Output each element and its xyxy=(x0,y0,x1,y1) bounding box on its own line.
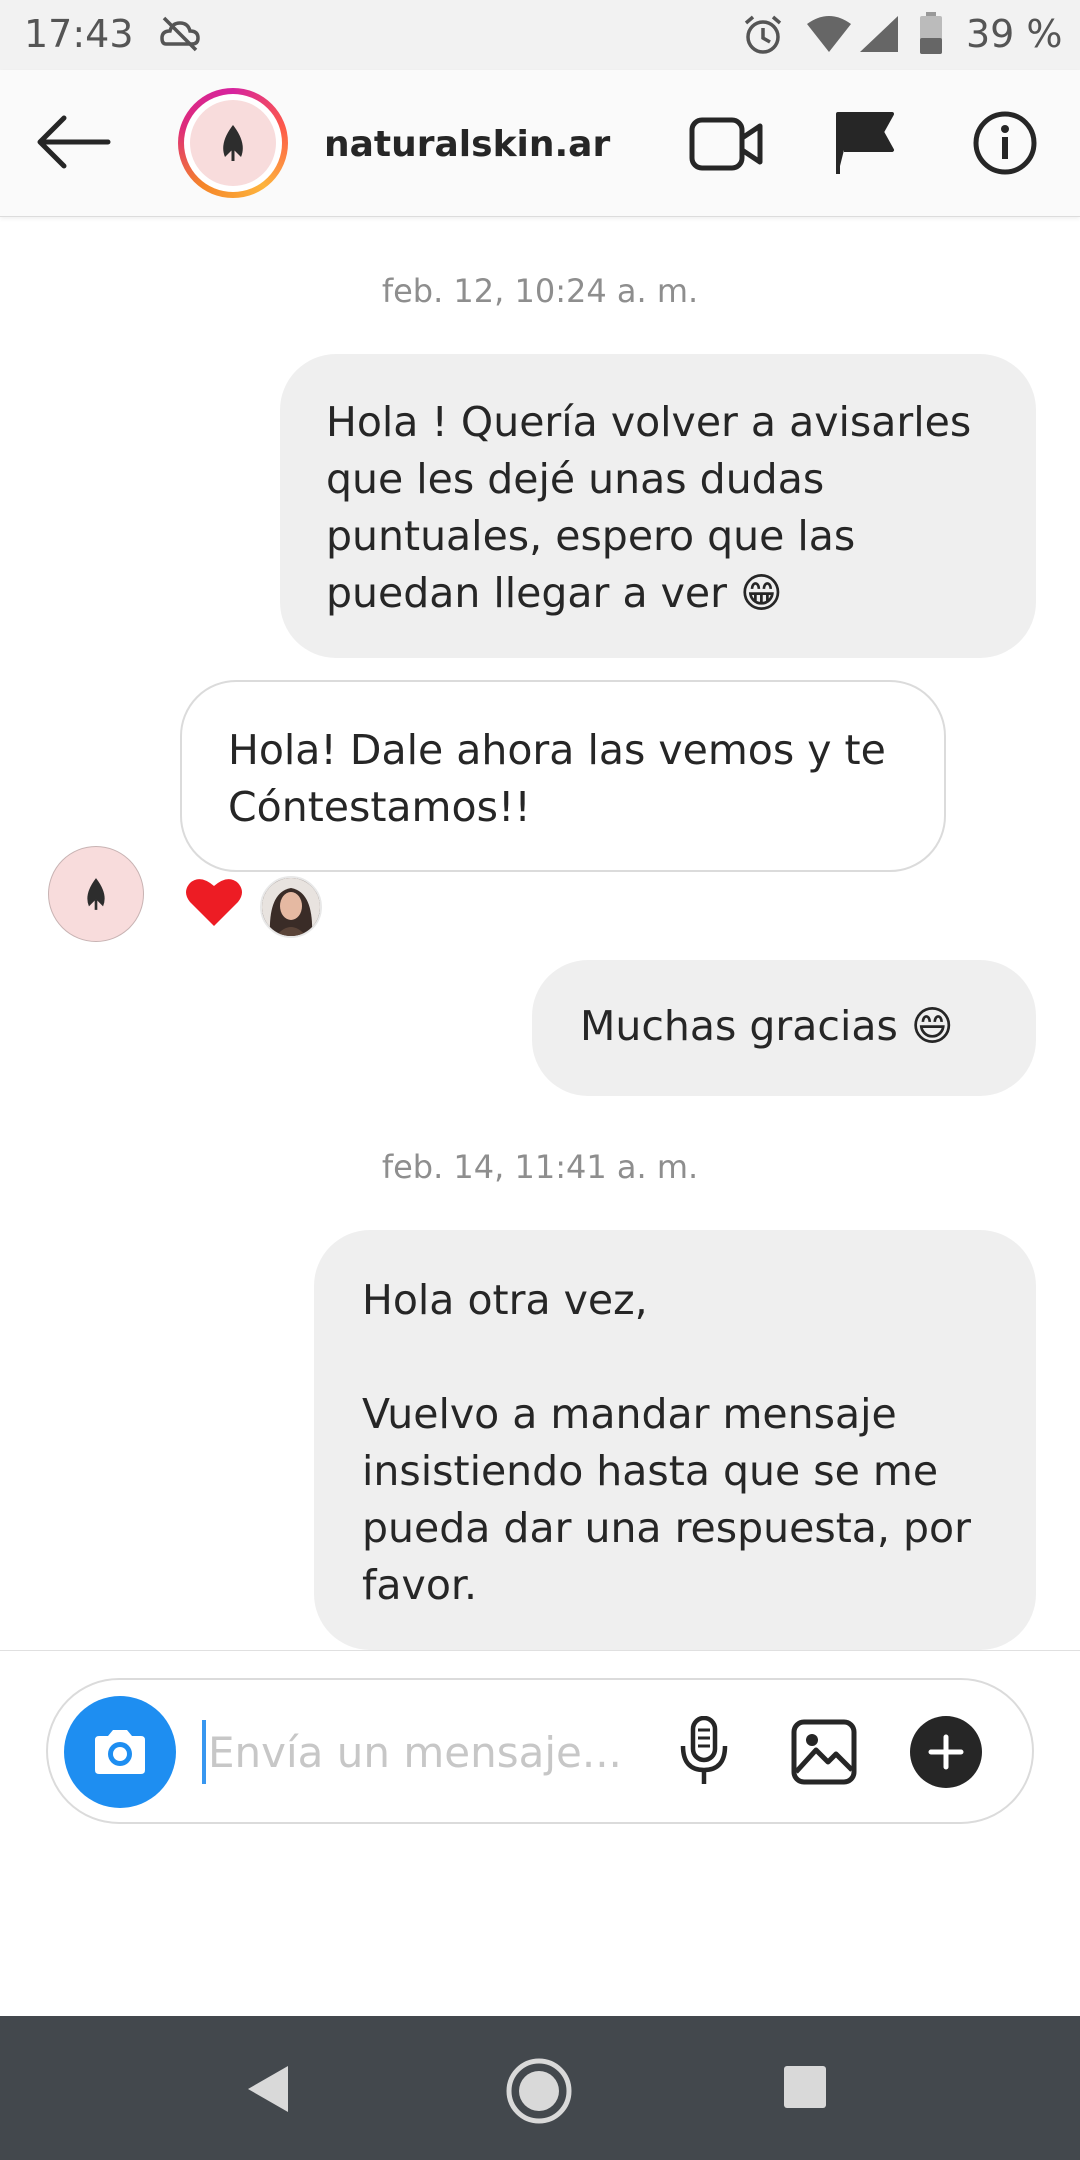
system-nav-bar xyxy=(0,2016,1080,2160)
sender-avatar[interactable] xyxy=(48,846,144,942)
message-timestamp: feb. 14, 11:41 a. m. xyxy=(381,1148,699,1186)
chat-header: naturalskin.ar xyxy=(0,70,1080,217)
battery-icon xyxy=(918,12,944,60)
back-arrow-icon[interactable] xyxy=(34,112,112,172)
signal-icon xyxy=(858,14,900,58)
video-call-icon[interactable] xyxy=(688,114,764,178)
camera-icon xyxy=(95,1730,145,1774)
leaf-logo-icon xyxy=(87,878,105,910)
leaf-logo-icon xyxy=(223,125,243,161)
incoming-message-bubble[interactable]: Hola! Dale ahora las vemos y te Cóntesta… xyxy=(180,680,946,872)
message-text: Hola otra vez, Vuelvo a mandar mensaje i… xyxy=(362,1276,971,1609)
chat-username[interactable]: naturalskin.ar xyxy=(324,124,610,165)
camera-button[interactable] xyxy=(64,1696,176,1808)
wifi-icon xyxy=(806,14,852,58)
alarm-icon xyxy=(742,14,784,60)
message-text: Hola ! Quería volver a avisarles que les… xyxy=(326,398,972,617)
nav-home-icon[interactable] xyxy=(504,2056,574,2130)
outgoing-message-bubble[interactable]: Hola otra vez, Vuelvo a mandar mensaje i… xyxy=(314,1230,1036,1650)
sync-off-icon xyxy=(158,14,202,58)
flag-icon[interactable] xyxy=(832,110,896,180)
gallery-icon[interactable] xyxy=(790,1718,858,1790)
nav-back-icon[interactable] xyxy=(244,2062,292,2120)
plus-icon xyxy=(928,1734,964,1770)
outgoing-message-bubble[interactable]: Muchas gracias 😄 xyxy=(532,960,1036,1096)
nav-recents-icon[interactable] xyxy=(782,2064,828,2114)
reactor-avatar[interactable] xyxy=(260,876,322,938)
microphone-icon[interactable] xyxy=(678,1715,730,1790)
status-bar: 17:43 39 % xyxy=(0,0,1080,70)
message-composer xyxy=(46,1678,1034,1824)
heart-reaction-icon[interactable] xyxy=(184,874,244,932)
info-icon[interactable] xyxy=(972,110,1038,180)
battery-percent: 39 % xyxy=(966,12,1063,56)
message-timestamp: feb. 12, 10:24 a. m. xyxy=(381,272,699,310)
message-input[interactable] xyxy=(206,1714,670,1790)
message-text: Hola! Dale ahora las vemos y te Cóntesta… xyxy=(228,726,886,831)
outgoing-message-bubble[interactable]: Hola ! Quería volver a avisarles que les… xyxy=(280,354,1036,658)
plus-button[interactable] xyxy=(910,1716,982,1788)
composer-divider xyxy=(0,1650,1080,1651)
profile-avatar[interactable] xyxy=(178,88,288,198)
status-time: 17:43 xyxy=(24,12,134,56)
message-text: Muchas gracias 😄 xyxy=(580,1002,954,1050)
